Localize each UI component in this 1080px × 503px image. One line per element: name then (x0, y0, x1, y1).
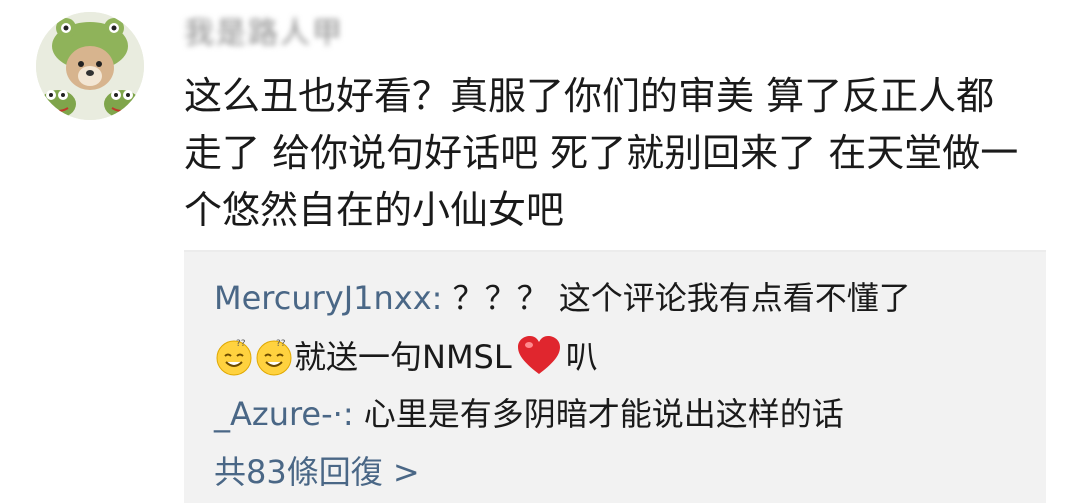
reply-item-continuation: ?? ?? 就送一句NMSL 叭 (214, 334, 598, 379)
reply-text: 叭 (565, 338, 598, 376)
comment-text: 这么丑也好看？真服了你们的审美 算了反正人都 走了 给你说句好话吧 死了就别回来… (184, 68, 1044, 239)
comment-line: 这么丑也好看？真服了你们的审美 算了反正人都 (184, 74, 995, 118)
reply-item[interactable]: _Azure-·: 心里是有多阴暗才能说出这样的话 (214, 392, 844, 436)
svg-text:??: ?? (236, 339, 246, 349)
avatar[interactable] (36, 12, 144, 120)
replies-panel: MercuryJ1nxx: ？？？ 这个评论我有点看不懂了 ?? ?? 就送一句… (184, 250, 1046, 503)
svg-text:??: ?? (276, 339, 286, 349)
sweat-smile-icon: ?? (256, 339, 292, 376)
comment-line: 个悠然自在的小仙女吧 (184, 188, 565, 232)
red-heart-icon (517, 336, 560, 374)
comment-line: 走了 给你说句好话吧 死了就别回来了 在天堂做一 (184, 131, 1019, 175)
reply-text: 就送一句NMSL (294, 338, 512, 376)
reply-text: 心里是有多阴暗才能说出这样的话 (353, 395, 844, 433)
comment-card: 我是路人甲 这么丑也好看？真服了你们的审美 算了反正人都 走了 给你说句好话吧 … (0, 0, 1080, 503)
reply-text: ？？？ 这个评论我有点看不懂了 (442, 279, 911, 317)
reply-username[interactable]: _Azure-·: (214, 395, 354, 433)
reply-username[interactable]: MercuryJ1nxx: (214, 279, 442, 317)
frog-hat-dog-avatar-icon (36, 12, 144, 120)
commenter-username[interactable]: 我是路人甲 (184, 14, 344, 54)
sweat-smile-icon: ?? (216, 339, 252, 376)
reply-item[interactable]: MercuryJ1nxx: ？？？ 这个评论我有点看不懂了 (214, 276, 911, 320)
more-replies-link[interactable]: 共83條回復 > (214, 450, 420, 494)
